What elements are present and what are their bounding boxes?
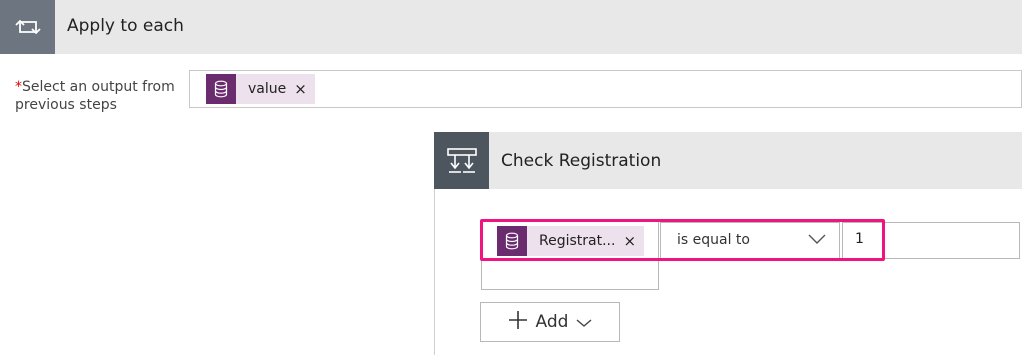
value-token[interactable]: value × xyxy=(206,74,315,104)
operator-selected-value: is equal to xyxy=(677,232,750,248)
database-icon xyxy=(206,74,236,104)
value-token-label: value xyxy=(248,81,287,97)
remove-value-token-button[interactable]: × xyxy=(292,80,315,98)
check-registration-title: Check Registration xyxy=(501,151,662,171)
right-operand-value: 1 xyxy=(855,231,864,247)
right-operand-input[interactable] xyxy=(842,222,1020,259)
registration-token-label: Registrat... xyxy=(539,233,616,249)
output-label-text: Select an output from previous steps xyxy=(15,79,175,113)
registration-token[interactable]: Registrat... × xyxy=(497,226,645,256)
add-button[interactable]: Add xyxy=(480,302,620,342)
chevron-down-icon xyxy=(576,313,592,332)
chevron-down-icon[interactable] xyxy=(807,231,827,250)
condition-icon xyxy=(434,132,489,189)
output-field-label: *Select an output from previous steps xyxy=(15,78,175,114)
apply-to-each-title: Apply to each xyxy=(67,16,184,36)
loop-icon xyxy=(0,0,55,54)
required-marker: * xyxy=(15,79,22,95)
plus-icon xyxy=(508,310,528,334)
remove-registration-token-button[interactable]: × xyxy=(621,232,644,250)
add-button-label: Add xyxy=(535,312,569,332)
select-output-input[interactable]: value × xyxy=(189,70,1022,108)
database-icon xyxy=(497,226,527,256)
